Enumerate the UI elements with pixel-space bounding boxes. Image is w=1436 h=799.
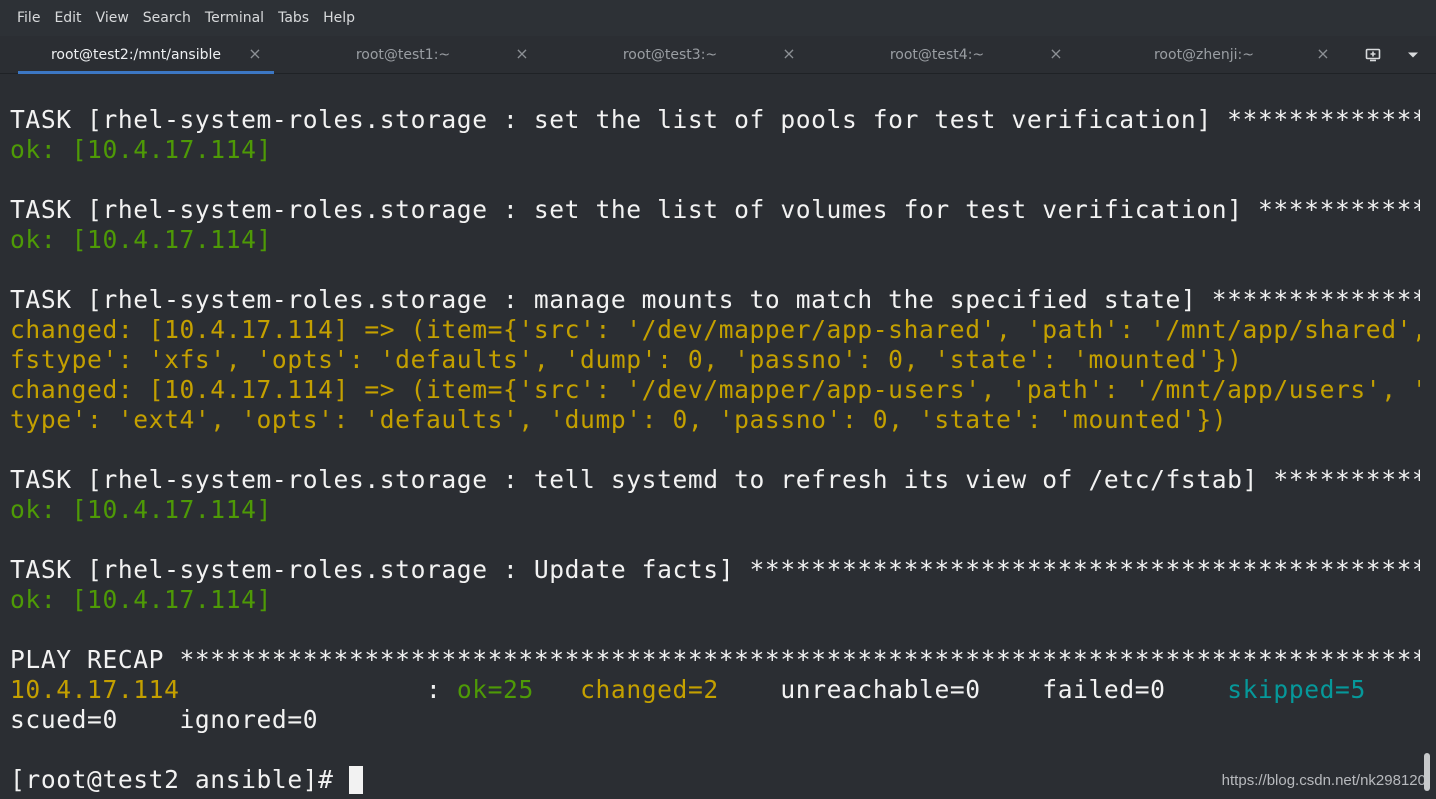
menu-view[interactable]: View bbox=[89, 10, 136, 26]
menu-terminal[interactable]: Terminal bbox=[198, 10, 271, 26]
terminal-text: TASK [rhel-system-roles.storage : manage… bbox=[10, 285, 1420, 314]
terminal-cursor bbox=[348, 766, 363, 794]
terminal-line: ok: [10.4.17.114] bbox=[10, 135, 272, 165]
terminal-text: PLAY RECAP *****************************… bbox=[10, 645, 1420, 674]
terminal-line: TASK [rhel-system-roles.storage : tell s… bbox=[10, 465, 1420, 495]
tab-label: root@test1:~ bbox=[355, 47, 451, 63]
terminal-text: TASK [rhel-system-roles.storage : set th… bbox=[10, 105, 1420, 134]
close-icon[interactable]: × bbox=[1314, 45, 1332, 63]
terminal-text: ok=25 bbox=[456, 675, 534, 704]
tab-label: root@test2:/mnt/ansible bbox=[50, 47, 222, 63]
close-icon[interactable]: × bbox=[246, 45, 264, 63]
terminal-text: ok: [10.4.17.114] bbox=[10, 135, 272, 164]
terminal-text: skipped=5 bbox=[1227, 675, 1366, 704]
terminal-text: : bbox=[179, 675, 457, 704]
terminal-line: fstype': 'xfs', 'opts': 'defaults', 'dum… bbox=[10, 345, 1243, 375]
terminal-text: changed: [10.4.17.114] => (item={'src': … bbox=[10, 315, 1420, 344]
terminal-text: changed: [10.4.17.114] => (item={'src': … bbox=[10, 375, 1420, 404]
terminal-text: changed=2 bbox=[580, 675, 719, 704]
terminal-scrollbar[interactable] bbox=[1420, 74, 1436, 799]
terminal-text: [root@test2 ansible]# bbox=[10, 765, 349, 794]
menubar: File Edit View Search Terminal Tabs Help bbox=[0, 0, 1436, 36]
watermark: https://blog.csdn.net/nk298120 bbox=[1221, 772, 1426, 789]
new-tab-icon[interactable] bbox=[1360, 42, 1386, 68]
close-icon[interactable]: × bbox=[513, 45, 531, 63]
terminal-line: 10.4.17.114 : ok=25 changed=2 unreachabl… bbox=[10, 675, 1420, 705]
terminal-line: ok: [10.4.17.114] bbox=[10, 585, 272, 615]
tab-label: root@test3:~ bbox=[622, 47, 718, 63]
terminal-line: changed: [10.4.17.114] => (item={'src': … bbox=[10, 375, 1420, 405]
terminal-text: fstype': 'xfs', 'opts': 'defaults', 'dum… bbox=[10, 345, 1243, 374]
terminal-line: TASK [rhel-system-roles.storage : Update… bbox=[10, 555, 1420, 585]
terminal-text: TASK [rhel-system-roles.storage : tell s… bbox=[10, 465, 1420, 494]
chevron-down-icon[interactable] bbox=[1400, 42, 1426, 68]
tab-2[interactable]: root@test1:~ bbox=[285, 36, 541, 74]
terminal-line: scued=0 ignored=0 bbox=[10, 705, 318, 735]
terminal-line: TASK [rhel-system-roles.storage : manage… bbox=[10, 285, 1420, 315]
terminal-text: ok: [10.4.17.114] bbox=[10, 225, 272, 254]
close-icon[interactable]: × bbox=[780, 45, 798, 63]
menu-tabs[interactable]: Tabs bbox=[271, 10, 316, 26]
terminal-line: ok: [10.4.17.114] bbox=[10, 495, 272, 525]
terminal-text: 10.4.17.114 bbox=[10, 675, 180, 704]
terminal-text: TASK [rhel-system-roles.storage : set th… bbox=[10, 195, 1420, 224]
terminal-text: type': 'ext4', 'opts': 'defaults', 'dump… bbox=[10, 405, 1228, 434]
menu-edit[interactable]: Edit bbox=[47, 10, 88, 26]
terminal-line: TASK [rhel-system-roles.storage : set th… bbox=[10, 195, 1420, 225]
tab-5[interactable]: root@zhenji:~ bbox=[1086, 36, 1342, 74]
menu-help[interactable]: Help bbox=[316, 10, 362, 26]
terminal-line: ok: [10.4.17.114] bbox=[10, 225, 272, 255]
tab-1[interactable]: root@test2:/mnt/ansible bbox=[18, 36, 274, 74]
terminal-line: changed: [10.4.17.114] => (item={'src': … bbox=[10, 315, 1420, 345]
terminal-text: ok: [10.4.17.114] bbox=[10, 585, 272, 614]
terminal-text: ok: [10.4.17.114] bbox=[10, 495, 272, 524]
close-icon[interactable]: × bbox=[1047, 45, 1065, 63]
terminal-line: PLAY RECAP *****************************… bbox=[10, 645, 1420, 675]
tab-bar: root@test2:/mnt/ansible × root@test1:~ × roo… bbox=[0, 36, 1436, 74]
tab-label: root@zhenji:~ bbox=[1153, 47, 1254, 63]
tab-4[interactable]: root@test4:~ bbox=[819, 36, 1075, 74]
tab-3[interactable]: root@test3:~ bbox=[552, 36, 808, 74]
terminal-output[interactable]: TASK [rhel-system-roles.storage : set th… bbox=[0, 74, 1420, 799]
terminal-text: scued=0 ignored=0 bbox=[10, 705, 319, 734]
terminal-line: type': 'ext4', 'opts': 'defaults', 'dump… bbox=[10, 405, 1227, 435]
terminal-line: TASK [rhel-system-roles.storage : set th… bbox=[10, 105, 1420, 135]
menu-search[interactable]: Search bbox=[136, 10, 198, 26]
menu-file[interactable]: File bbox=[10, 10, 47, 26]
terminal-text: TASK [rhel-system-roles.storage : Update… bbox=[10, 555, 1420, 584]
terminal-text: re bbox=[1366, 675, 1420, 704]
tab-label: root@test4:~ bbox=[889, 47, 985, 63]
terminal-text: unreachable=0 failed=0 bbox=[718, 675, 1228, 704]
terminal-line: [root@test2 ansible]# bbox=[10, 765, 363, 795]
